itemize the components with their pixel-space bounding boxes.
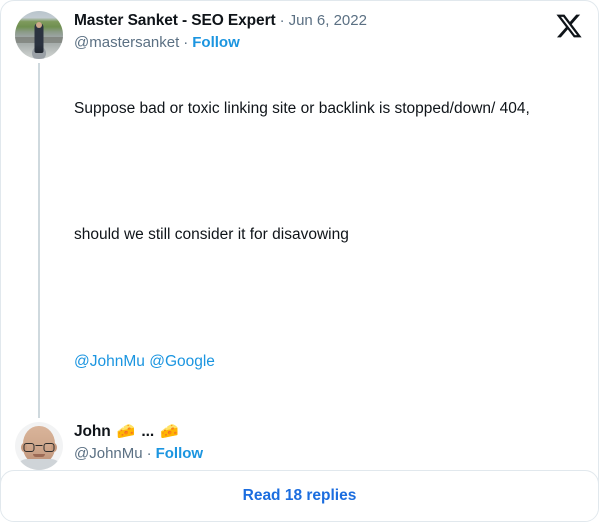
reply-user-line: John 🧀 ... 🧀 bbox=[74, 422, 584, 442]
reply-header: John 🧀 ... 🧀 @JohnMu · Follow bbox=[15, 422, 584, 471]
parent-handle-separator: · bbox=[183, 34, 189, 52]
reply-handle-line: @JohnMu · Follow bbox=[74, 443, 584, 465]
cheese-emoji-1: 🧀 bbox=[116, 423, 136, 441]
read-replies-link[interactable]: Read 18 replies bbox=[243, 487, 357, 505]
mention-google[interactable]: @Google bbox=[149, 353, 215, 370]
parent-user-line: Master Sanket - SEO Expert · Jun 6, 2022 bbox=[74, 11, 584, 31]
avatar[interactable] bbox=[15, 11, 63, 59]
parent-body-line-2: should we still consider it for disavowi… bbox=[74, 226, 349, 244]
read-replies-footer[interactable]: Read 18 replies bbox=[1, 470, 598, 521]
parent-handle-line: @mastersanket · Follow bbox=[74, 32, 584, 54]
parent-follow-link[interactable]: Follow bbox=[192, 34, 240, 51]
avatar[interactable] bbox=[15, 422, 63, 471]
avatar-mouth bbox=[33, 453, 45, 457]
thread-connector-line bbox=[38, 63, 40, 419]
parent-body-gap-2 bbox=[74, 288, 584, 309]
parent-body-mentions: @JohnMu @Google bbox=[74, 351, 584, 372]
parent-meta-separator: · bbox=[279, 12, 285, 29]
reply-display-name[interactable]: John bbox=[74, 422, 111, 442]
parent-tweet-content: Master Sanket - SEO Expert · Jun 6, 2022… bbox=[74, 11, 584, 418]
card-body: Master Sanket - SEO Expert · Jun 6, 2022… bbox=[1, 1, 598, 521]
reply-user-info: John 🧀 ... 🧀 @JohnMu · Follow bbox=[74, 422, 584, 469]
embedded-tweet-card: Master Sanket - SEO Expert · Jun 6, 2022… bbox=[0, 0, 599, 522]
parent-tweet-date[interactable]: Jun 6, 2022 bbox=[289, 11, 367, 31]
avatar-person-head bbox=[36, 21, 42, 28]
parent-display-name[interactable]: Master Sanket - SEO Expert bbox=[74, 11, 276, 31]
avatar-person-body bbox=[34, 23, 44, 54]
mention-johnmu[interactable]: @JohnMu bbox=[74, 353, 145, 370]
parent-tweet-body: Suppose bad or toxic linking site or bac… bbox=[74, 56, 584, 414]
parent-handle[interactable]: @mastersanket bbox=[74, 34, 179, 51]
reply-name-ellipsis: ... bbox=[141, 423, 155, 441]
parent-body-gap-1 bbox=[74, 161, 584, 182]
reply-handle[interactable]: @JohnMu bbox=[74, 445, 143, 462]
reply-handle-separator: · bbox=[146, 445, 152, 463]
reply-follow-link[interactable]: Follow bbox=[156, 445, 204, 462]
parent-body-line-1: Suppose bad or toxic linking site or bac… bbox=[74, 99, 530, 117]
avatar-glasses-bridge bbox=[35, 444, 43, 447]
cheese-emoji-2: 🧀 bbox=[160, 423, 179, 441]
parent-tweet: Master Sanket - SEO Expert · Jun 6, 2022… bbox=[15, 11, 584, 419]
avatar-shoulders bbox=[16, 459, 62, 471]
reply-avatar-column bbox=[15, 422, 63, 471]
parent-avatar-column bbox=[15, 11, 63, 419]
